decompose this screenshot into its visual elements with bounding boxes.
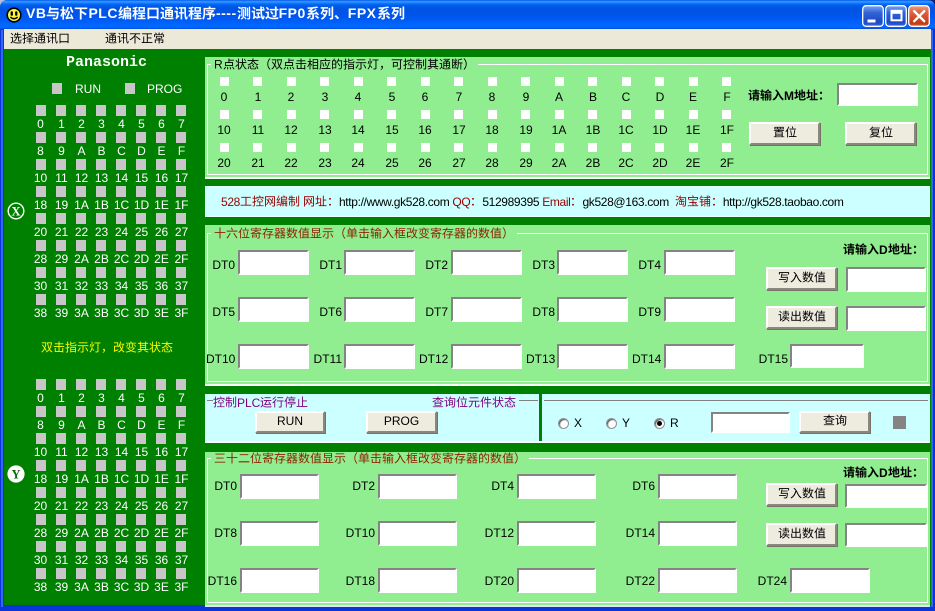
svg-text:Y: Y <box>11 468 20 482</box>
svg-text:X: X <box>11 205 20 219</box>
